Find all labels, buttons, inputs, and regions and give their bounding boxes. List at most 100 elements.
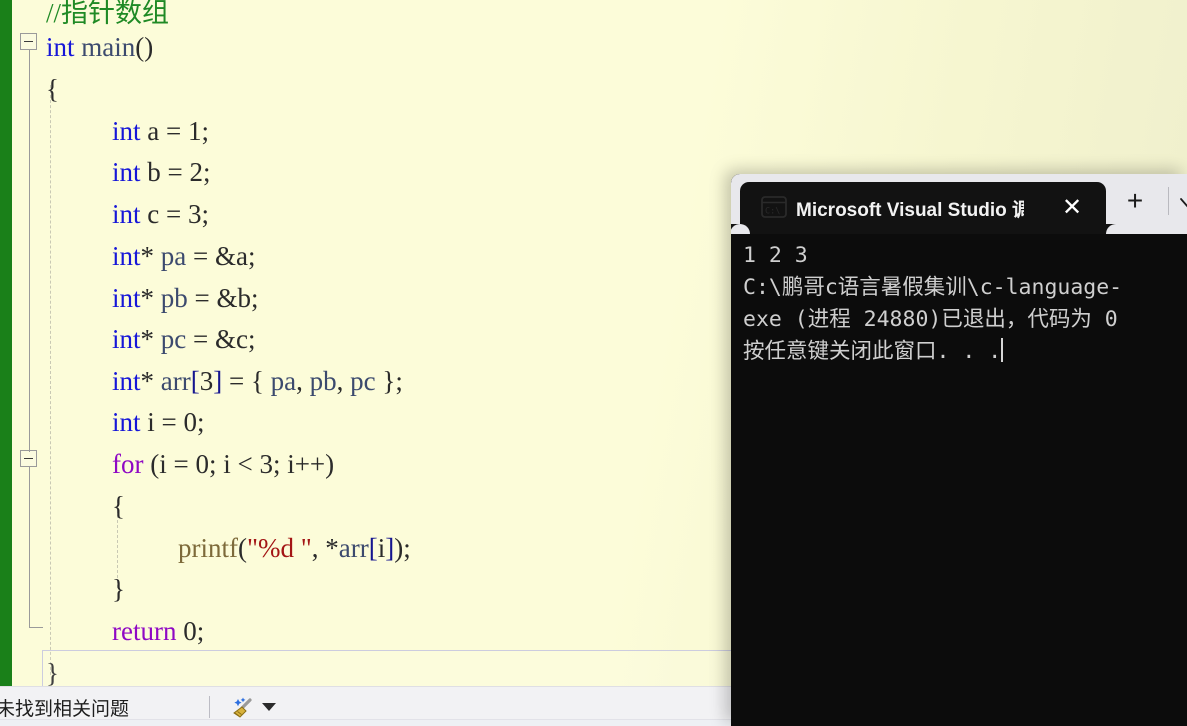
code-token: int	[46, 32, 75, 62]
code-token: arr	[160, 366, 191, 396]
code-token: {	[46, 74, 59, 104]
code-token: int	[112, 366, 141, 396]
code-token: int	[112, 241, 141, 271]
code-token: *	[140, 366, 161, 396]
code-token: {	[112, 491, 125, 521]
tab-corner-notch	[731, 224, 750, 244]
code-token: "%d "	[247, 533, 312, 563]
code-line[interactable]: int a = 1;	[0, 110, 209, 152]
code-token: b =	[140, 157, 190, 187]
tab-corner-notch	[1106, 224, 1126, 244]
console-tab-title: Microsoft Visual Studio 调试控	[796, 200, 1024, 221]
code-token: (	[238, 533, 247, 563]
code-token: //指针数组	[46, 0, 170, 28]
code-token: }	[112, 574, 125, 604]
code-token: ,	[296, 366, 310, 396]
console-caret	[1001, 338, 1004, 362]
code-token: );	[394, 533, 411, 563]
code-token: pa	[270, 366, 297, 396]
code-token: *	[140, 241, 161, 271]
code-line[interactable]: {	[0, 68, 59, 110]
code-token: *	[140, 324, 161, 354]
code-token: pb	[160, 283, 188, 313]
code-token: a =	[140, 116, 188, 146]
code-token: ;	[203, 157, 211, 187]
broom-icon[interactable]	[230, 697, 256, 719]
code-line[interactable]: {	[0, 485, 125, 527]
code-token: c =	[140, 199, 188, 229]
code-token: ;	[201, 199, 209, 229]
new-tab-button[interactable]: +	[1123, 187, 1147, 215]
code-token: main	[81, 32, 136, 62]
code-token: 3	[199, 366, 214, 396]
code-token: printf	[178, 533, 238, 563]
code-line[interactable]: int c = 3;	[0, 193, 209, 235]
status-message: 未找到相关问题	[0, 699, 130, 720]
code-token: pc	[160, 324, 187, 354]
code-line[interactable]: int b = 2;	[0, 151, 211, 193]
code-token: [	[190, 366, 200, 396]
chevron-down-icon[interactable]	[262, 703, 276, 711]
code-token: int	[112, 283, 141, 313]
code-token: = &c;	[186, 324, 256, 354]
code-line[interactable]: int i = 0;	[0, 401, 205, 443]
code-token: 0	[183, 407, 198, 437]
code-token: (i =	[143, 449, 196, 479]
code-token: ]	[213, 366, 223, 396]
svg-text:C:\: C:\	[765, 207, 780, 217]
console-tab-strip: C:\ Microsoft Visual Studio 调试控 ✕ +	[731, 174, 1187, 244]
code-token: 0	[195, 449, 209, 479]
code-token: [	[368, 533, 378, 563]
code-token: = {	[222, 366, 271, 396]
code-line[interactable]: }	[0, 568, 125, 610]
code-token: = &a;	[186, 241, 256, 271]
code-token: int	[112, 324, 141, 354]
close-icon[interactable]: ✕	[1060, 196, 1084, 220]
code-token: 3	[187, 199, 202, 229]
code-token: = &b;	[187, 283, 259, 313]
code-token: i =	[140, 407, 184, 437]
code-token: arr	[338, 533, 369, 563]
code-token: ; i <	[208, 449, 260, 479]
code-line[interactable]: return 0;	[0, 610, 204, 652]
code-line[interactable]: int* pb = &b;	[0, 277, 259, 319]
code-token: int	[112, 407, 141, 437]
code-line[interactable]: printf("%d ", *arr[i]);	[0, 527, 411, 569]
code-line[interactable]: int* pa = &a;	[0, 235, 255, 277]
code-token: };	[375, 366, 403, 396]
code-token: ;	[201, 116, 209, 146]
code-token: 1	[187, 116, 202, 146]
code-token: ;	[197, 407, 205, 437]
code-token: *	[140, 283, 161, 313]
console-window[interactable]: C:\ Microsoft Visual Studio 调试控 ✕ + 1 2 …	[731, 174, 1187, 726]
screen: //指针数组 int main(){int a = 1; int b = 2; int…	[0, 0, 1187, 726]
code-token: pc	[350, 366, 376, 396]
chevron-down-icon[interactable]	[1177, 192, 1187, 214]
code-token: ;	[196, 616, 205, 646]
console-output-text: 1 2 3 C:\鹏哥c语言暑假集训\c-language- exe (进程 2…	[743, 243, 1123, 364]
command-prompt-icon: C:\	[761, 196, 787, 218]
code-token: int	[112, 116, 141, 146]
code-token: , *	[311, 533, 339, 563]
code-token: ()	[135, 32, 154, 62]
code-token: return	[112, 616, 177, 646]
code-token: int	[112, 157, 141, 187]
code-line[interactable]: for (i = 0; i < 3; i++)	[0, 443, 334, 485]
console-output-area[interactable]: 1 2 3 C:\鹏哥c语言暑假集训\c-language- exe (进程 2…	[731, 234, 1187, 726]
code-token: 3	[259, 449, 273, 479]
code-token: pa	[160, 241, 187, 271]
code-token: ,	[336, 366, 351, 396]
code-token: 2	[189, 157, 204, 187]
tab-strip-divider	[1168, 187, 1169, 215]
code-token: for	[112, 449, 144, 479]
console-tab[interactable]: C:\ Microsoft Visual Studio 调试控 ✕	[731, 182, 1126, 244]
code-line[interactable]: int main()	[0, 26, 153, 68]
code-token: ]	[385, 533, 395, 563]
code-token: pb	[309, 366, 337, 396]
code-token: int	[112, 199, 141, 229]
code-token: ; i++)	[272, 449, 335, 479]
code-token: 0	[183, 616, 197, 646]
status-divider	[209, 696, 210, 718]
code-line[interactable]: int* arr[3] = { pa, pb, pc };	[0, 360, 403, 402]
code-line[interactable]: int* pc = &c;	[0, 318, 255, 360]
